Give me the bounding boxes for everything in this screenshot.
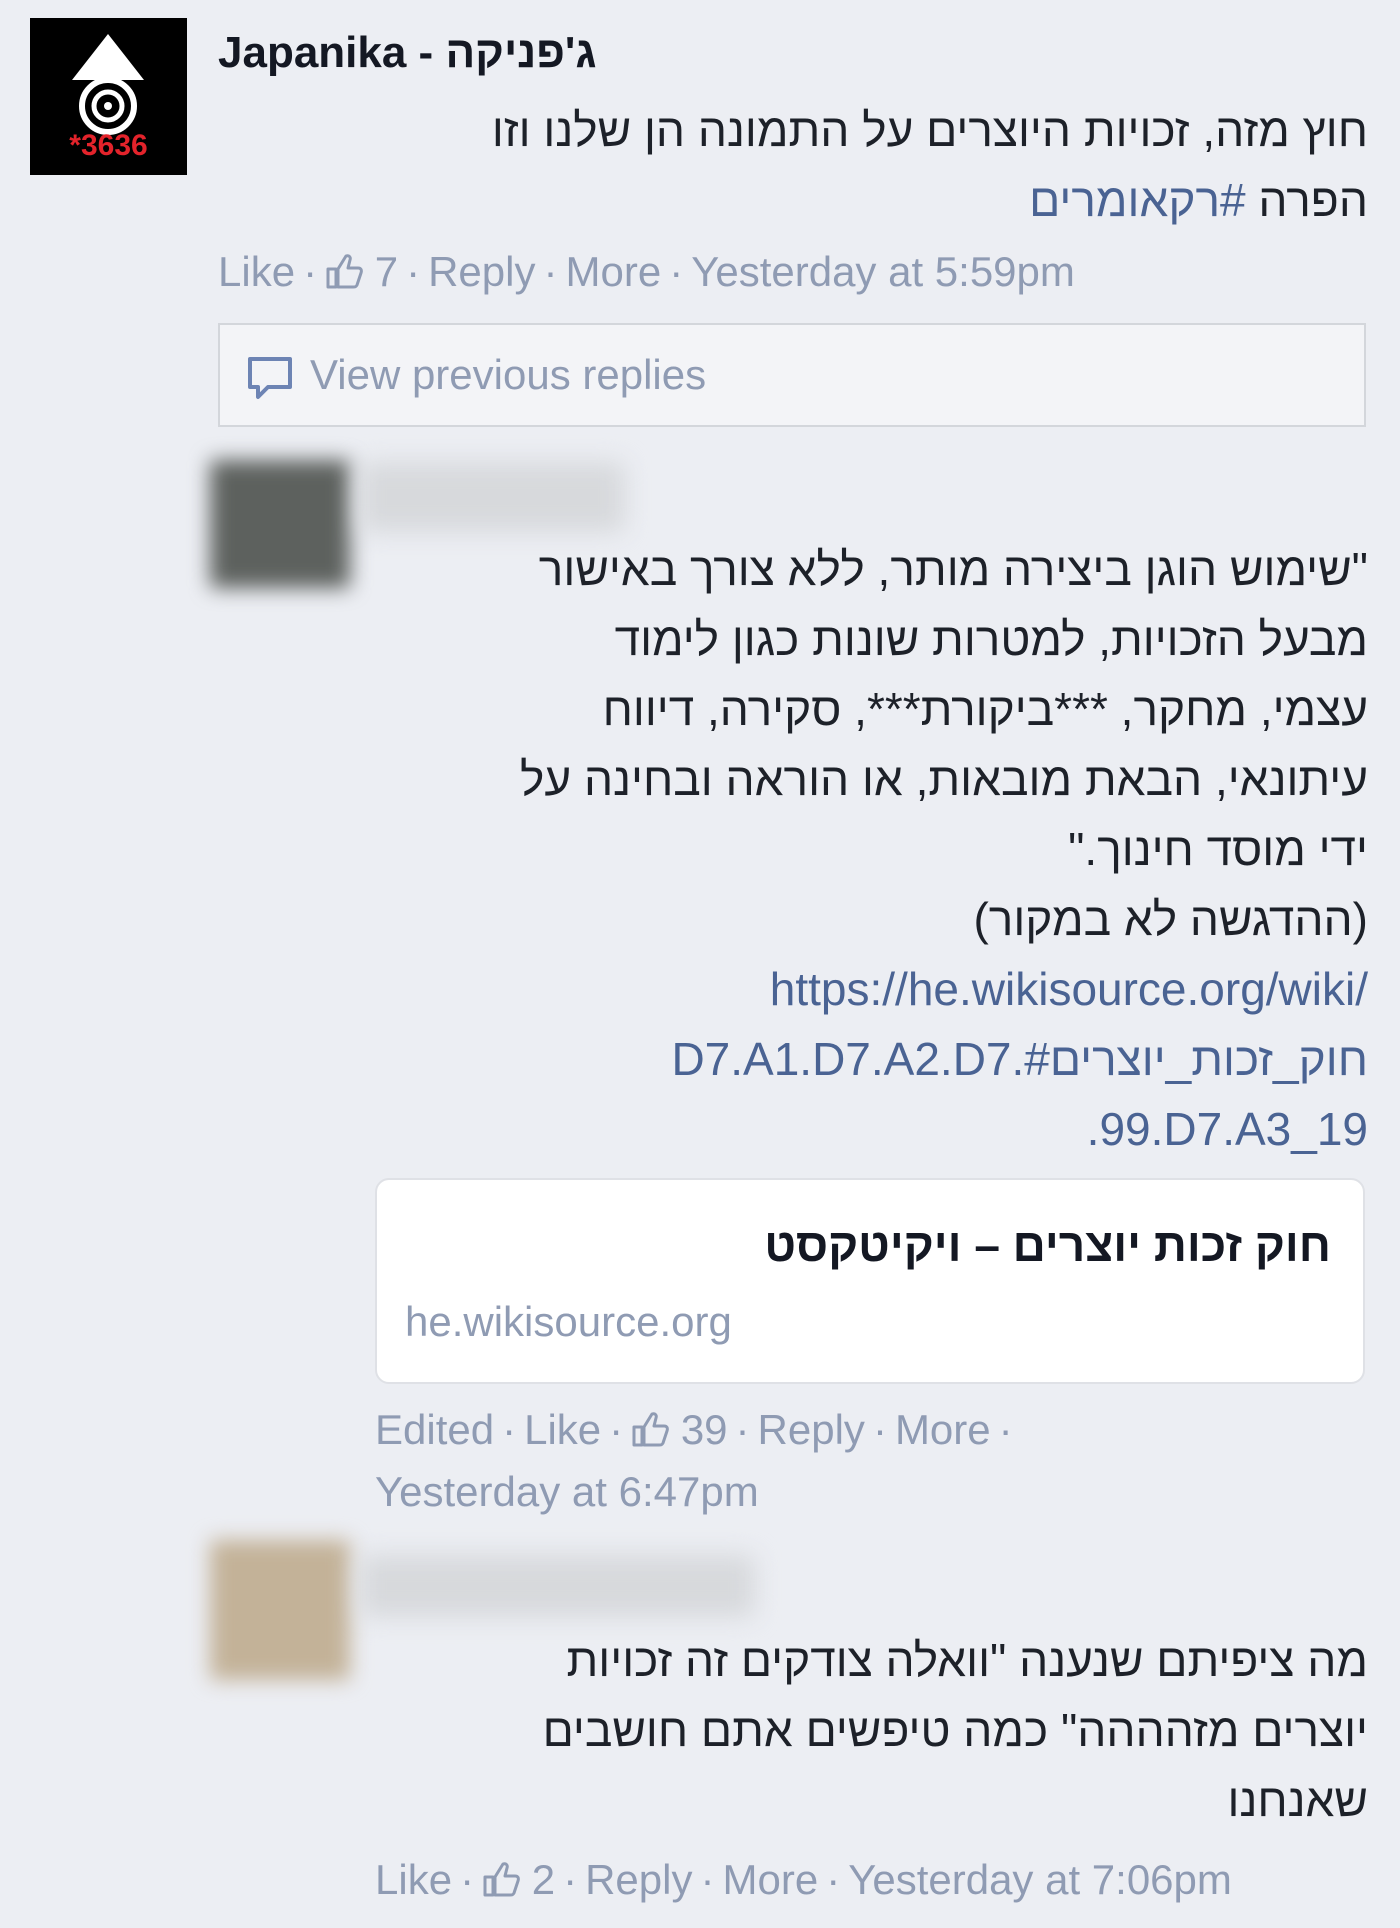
thumbs-up-icon xyxy=(326,254,363,289)
wiki-link[interactable]: https://he.wikisource.org/wiki/ xyxy=(520,954,1368,1024)
timestamp[interactable]: Yesterday at 5:59pm xyxy=(691,248,1075,295)
wiki-link[interactable]: חוק_זכות_יוצרים#.D7.A1.D7.A2.D7 xyxy=(520,1024,1368,1094)
reply-text-line: שאנחנו xyxy=(1227,1774,1369,1826)
reply-text: מה ציפיתם שנענה "וואלה צודקים זה זכויות … xyxy=(543,1625,1368,1835)
edited-link[interactable]: Edited xyxy=(375,1406,494,1453)
comment-text-line: חוץ מזה, זכויות היוצרים על התמונה הן שלנ… xyxy=(491,104,1368,156)
like-count: 2 xyxy=(482,1856,555,1903)
link-preview-domain: he.wikisource.org xyxy=(405,1298,732,1345)
reply-text-line: "שימוש הוגן ביצירה מותר, ללא צורך באישור xyxy=(538,543,1368,595)
wiki-link[interactable]: .99.D7.A3_19 xyxy=(520,1094,1368,1164)
avatar[interactable] xyxy=(210,460,350,588)
view-previous-replies-button[interactable]: View previous replies xyxy=(218,323,1366,427)
more-link[interactable]: More xyxy=(895,1406,991,1453)
more-link[interactable]: More xyxy=(565,248,661,295)
timestamp[interactable]: Yesterday at 7:06pm xyxy=(848,1856,1232,1903)
reply-text-line: מבעל הזכויות, למטרות שונות כגון לימוד xyxy=(614,613,1368,665)
avatar[interactable] xyxy=(210,1540,350,1680)
comment-author[interactable]: Japanika - ג'פניקה xyxy=(218,28,596,78)
page-avatar[interactable]: *3636 xyxy=(30,18,187,175)
link-preview-card[interactable]: חוק זכות יוצרים – ויקיטקסט he.wikisource… xyxy=(375,1178,1365,1384)
reply-text-line: מה ציפיתם שנענה "וואלה צודקים זה זכויות xyxy=(566,1634,1368,1686)
reply-link[interactable]: Reply xyxy=(585,1856,692,1903)
reply-text-line: עצמי, מחקר, ***ביקורת***, סקירה, דיווח xyxy=(602,683,1368,735)
reply-actions: Edited · Like · 39 · Reply · More · xyxy=(375,1406,1013,1453)
thumbs-up-icon xyxy=(483,1862,520,1897)
reply-actions: Like · 2 · Reply · More · Yesterday at 7:06pm xyxy=(375,1856,1232,1903)
like-link[interactable]: Like xyxy=(218,248,295,295)
view-previous-label: View previous replies xyxy=(310,351,707,398)
speech-bubble-icon xyxy=(248,357,292,399)
comment-text-line: הפרה #רקאומרים xyxy=(492,165,1368,235)
comment-text-prefix: הפרה xyxy=(1245,174,1368,226)
reply-link[interactable]: Reply xyxy=(758,1406,865,1453)
hashtag-link[interactable]: #רקאומרים xyxy=(1029,174,1246,226)
like-count-number: 2 xyxy=(531,1856,556,1903)
like-count-number: 39 xyxy=(680,1406,728,1453)
reply-link[interactable]: Reply xyxy=(428,248,535,295)
comment-text: חוץ מזה, זכויות היוצרים על התמונה הן שלנ… xyxy=(492,95,1368,235)
like-count: 39 xyxy=(631,1406,728,1453)
reply-text: "שימוש הוגן ביצירה מותר, ללא צורך באישור… xyxy=(520,534,1368,1164)
like-count-number: 7 xyxy=(374,248,399,295)
reply-text-line: יוצרים מזהההה" כמה טיפשים אתם חושבים xyxy=(542,1704,1368,1756)
thumbs-up-icon xyxy=(632,1412,670,1447)
comment-actions: Like · 7 · Reply · More · Yesterday at 5:59pm xyxy=(218,248,1075,295)
more-link[interactable]: More xyxy=(722,1856,818,1903)
commenter-name-redacted[interactable] xyxy=(360,462,625,532)
like-link[interactable]: Like xyxy=(524,1406,601,1453)
reply-text-line: עיתונאי, הבאת מובאות, או הוראה ובחינה על xyxy=(520,753,1368,805)
commenter-name-redacted[interactable] xyxy=(360,1555,755,1617)
reply-text-line: ידי מוסד חינוך." xyxy=(1068,823,1368,875)
timestamp[interactable]: Yesterday at 6:47pm xyxy=(375,1468,759,1516)
like-link[interactable]: Like xyxy=(375,1856,452,1903)
link-preview-title: חוק זכות יוצרים – ויקיטקסט xyxy=(764,1219,1331,1271)
avatar-number: *3636 xyxy=(69,129,148,162)
reply-text-line: (ההדגשה לא במקור) xyxy=(973,893,1368,945)
like-count: 7 xyxy=(325,248,398,295)
